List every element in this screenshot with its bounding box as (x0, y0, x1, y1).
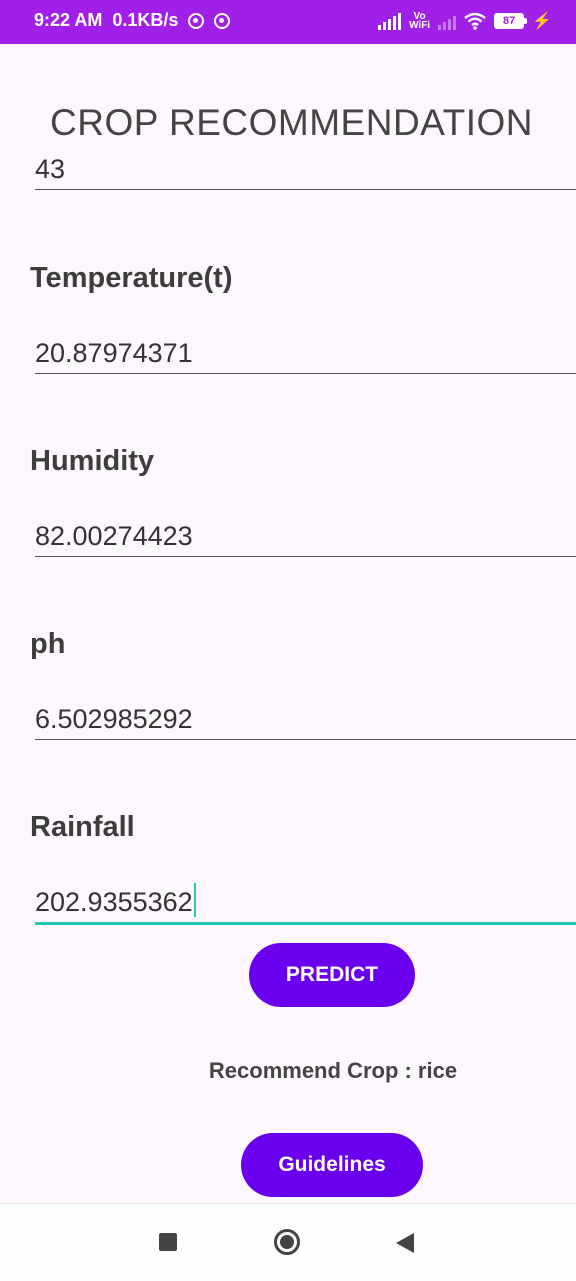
status-right: Vo WiFi 87 ⚡ (378, 11, 552, 31)
predict-button[interactable]: PREDICT (249, 943, 415, 1007)
wifi-icon (464, 12, 486, 30)
top-input-value: 43 (35, 154, 66, 184)
vpn-icon (214, 12, 231, 29)
rainfall-label: Rainfall (30, 811, 135, 843)
sync-icon (188, 12, 205, 29)
network-speed: 0.1KB/s (112, 10, 179, 30)
text-cursor (193, 883, 196, 917)
top-input-field[interactable]: 43 (35, 146, 576, 190)
status-left: 9:22 AM 0.1KB/s (34, 10, 231, 31)
signal-icon (378, 12, 402, 30)
rainfall-input[interactable]: 202.9355362 (35, 881, 576, 925)
page-title: CROP RECOMMENDATION (50, 102, 533, 143)
humidity-value: 82.00274423 (35, 521, 193, 551)
circle-icon[interactable] (274, 1229, 300, 1255)
ph-input[interactable]: 6.502985292 (35, 696, 576, 740)
recommendation-result: Recommend Crop : rice (208, 1058, 458, 1083)
vowifi-icon: Vo WiFi (409, 11, 431, 31)
temperature-input[interactable]: 20.87974371 (35, 330, 576, 374)
rainfall-value: 202.9355362 (35, 887, 193, 917)
charging-icon: ⚡ (532, 13, 552, 30)
triangle-back-icon[interactable] (396, 1233, 414, 1253)
square-icon[interactable] (159, 1233, 177, 1251)
ph-label: ph (30, 628, 66, 660)
status-bar: 9:22 AM 0.1KB/s Vo WiFi 87 ⚡ (0, 0, 576, 44)
temperature-label: Temperature(t) (30, 262, 233, 294)
temperature-value: 20.87974371 (35, 338, 193, 368)
ph-value: 6.502985292 (35, 704, 193, 734)
status-time: 9:22 AM (34, 10, 103, 30)
navigation-bar (0, 1203, 576, 1281)
humidity-input[interactable]: 82.00274423 (35, 513, 576, 557)
humidity-label: Humidity (30, 445, 155, 477)
guidelines-button[interactable]: Guidelines (241, 1133, 423, 1197)
signal-2-icon (438, 12, 457, 30)
battery-icon: 87 (494, 13, 528, 29)
